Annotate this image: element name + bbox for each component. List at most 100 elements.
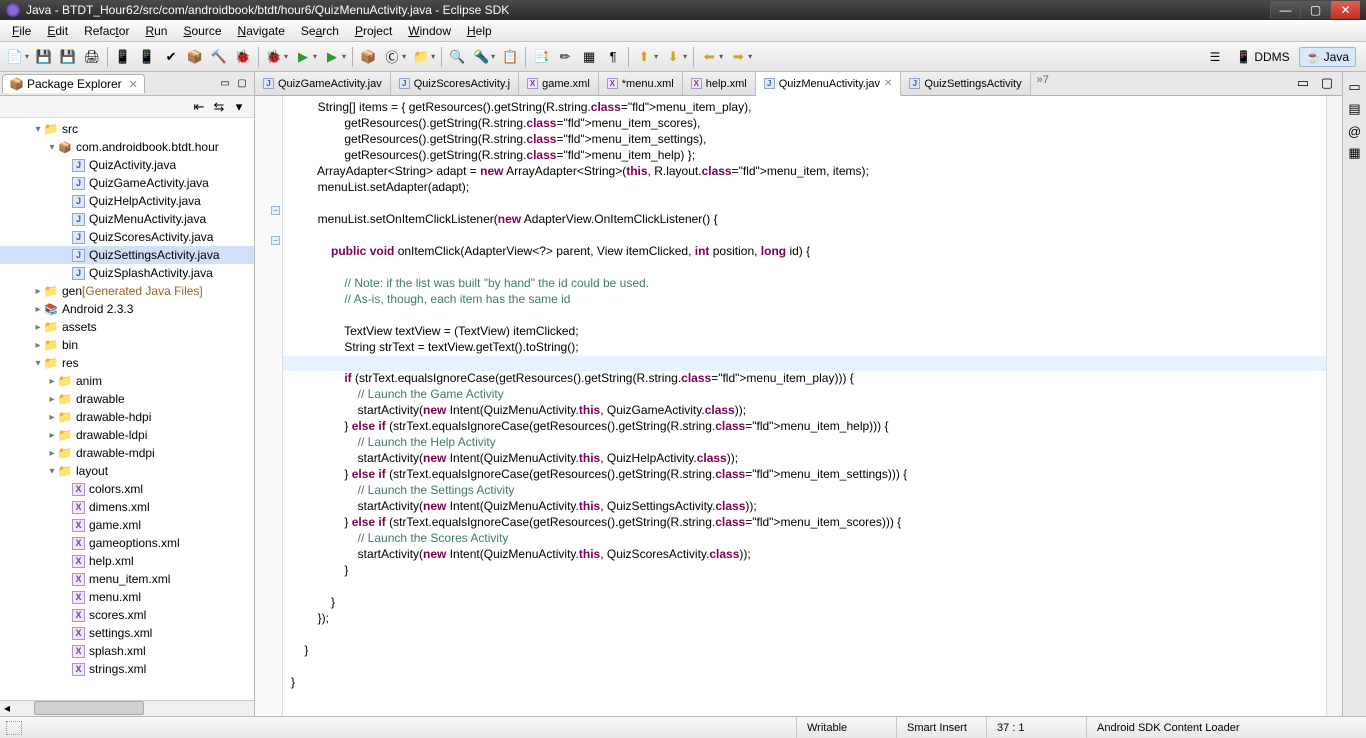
tree-node-com-androidbook-btdt-hour[interactable]: ▾com.androidbook.btdt.hour <box>0 138 254 156</box>
tree-node-assets[interactable]: ▸assets <box>0 318 254 336</box>
debug-button[interactable]: 🐞 <box>263 46 285 68</box>
twisty-icon[interactable]: ▸ <box>32 286 44 297</box>
tree-node-android-2-3-3[interactable]: ▸Android 2.3.3 <box>0 300 254 318</box>
tree-node-res[interactable]: ▾res <box>0 354 254 372</box>
back-button[interactable]: ⬅ <box>698 46 720 68</box>
twisty-icon[interactable]: ▸ <box>46 448 58 459</box>
editor-tab-help-xml[interactable]: help.xml <box>683 72 756 95</box>
twisty-icon[interactable]: ▸ <box>46 412 58 423</box>
menu-edit[interactable]: Edit <box>39 22 76 40</box>
overview-ruler[interactable] <box>1326 96 1342 716</box>
close-icon[interactable]: ✕ <box>884 78 892 89</box>
tree-node-colors-xml[interactable]: colors.xml <box>0 480 254 498</box>
menu-refactor[interactable]: Refactor <box>76 22 137 40</box>
twisty-icon[interactable]: ▾ <box>46 466 58 477</box>
tree-node-quizgameactivity-java[interactable]: QuizGameActivity.java <box>0 174 254 192</box>
tree-node-drawable-ldpi[interactable]: ▸drawable-ldpi <box>0 426 254 444</box>
twisty-icon[interactable]: ▾ <box>32 124 44 135</box>
tree-node-drawable-hdpi[interactable]: ▸drawable-hdpi <box>0 408 254 426</box>
twisty-icon[interactable]: ▸ <box>32 304 44 315</box>
horizontal-scrollbar[interactable]: ◂ <box>0 700 254 716</box>
new-button[interactable]: 📄 <box>4 46 26 68</box>
tree-node-strings-xml[interactable]: strings.xml <box>0 660 254 678</box>
dropdown-icon[interactable]: ▾ <box>402 52 406 61</box>
tree-node-drawable-mdpi[interactable]: ▸drawable-mdpi <box>0 444 254 462</box>
print-button[interactable]: 🖨 <box>81 46 103 68</box>
forward-button[interactable]: ➡ <box>727 46 749 68</box>
new-folder-button[interactable]: 📁 <box>410 46 432 68</box>
twisty-icon[interactable]: ▸ <box>32 340 44 351</box>
tree-node-gen[interactable]: ▸gen [Generated Java Files] <box>0 282 254 300</box>
dropdown-icon[interactable]: ▾ <box>313 52 317 61</box>
restore-button[interactable]: ▭ <box>1346 78 1364 96</box>
task-list-icon[interactable]: @ <box>1346 122 1364 140</box>
editor-tab--menu-xml[interactable]: *menu.xml <box>599 72 683 95</box>
tree-node-quizmenuactivity-java[interactable]: QuizMenuActivity.java <box>0 210 254 228</box>
tree-node-dimens-xml[interactable]: dimens.xml <box>0 498 254 516</box>
save-button[interactable]: 💾 <box>33 46 55 68</box>
run-button[interactable]: ▶ <box>292 46 314 68</box>
toggle-breadcrumb-button[interactable]: 📑 <box>530 46 552 68</box>
adb-button[interactable]: 🐞 <box>232 46 254 68</box>
search-button[interactable]: 🔦 <box>470 46 492 68</box>
tree-node-quizsettingsactivity-java[interactable]: QuizSettingsActivity.java <box>0 246 254 264</box>
lint-button[interactable]: ✔ <box>160 46 182 68</box>
show-whitespace-button[interactable]: ¶ <box>602 46 624 68</box>
android-sdk-button[interactable]: 📱 <box>112 46 134 68</box>
close-button[interactable]: ✕ <box>1330 1 1360 19</box>
menu-navigate[interactable]: Navigate <box>230 22 293 40</box>
open-type-button[interactable]: 🔍 <box>446 46 468 68</box>
dropdown-icon[interactable]: ▾ <box>25 52 29 61</box>
menu-window[interactable]: Window <box>400 22 459 40</box>
minimize-editor-button[interactable]: ▭ <box>1292 72 1314 94</box>
open-perspective-button[interactable]: ☰ <box>1203 47 1228 67</box>
tree-node-menu_item-xml[interactable]: menu_item.xml <box>0 570 254 588</box>
tree-node-layout[interactable]: ▾layout <box>0 462 254 480</box>
package-explorer-tab[interactable]: 📦 Package Explorer ✕ <box>2 74 145 93</box>
dropdown-icon[interactable]: ▾ <box>491 52 495 61</box>
editor-tab-quizscoresactivity-j[interactable]: QuizScoresActivity.j <box>391 72 519 95</box>
tree-node-bin[interactable]: ▸bin <box>0 336 254 354</box>
tree-node-gameoptions-xml[interactable]: gameoptions.xml <box>0 534 254 552</box>
dropdown-icon[interactable]: ▾ <box>719 52 723 61</box>
tree-node-anim[interactable]: ▸anim <box>0 372 254 390</box>
close-icon[interactable]: ✕ <box>129 78 138 91</box>
tree-node-settings-xml[interactable]: settings.xml <box>0 624 254 642</box>
perspective-java[interactable]: ☕ Java <box>1299 47 1356 67</box>
collapse-all-button[interactable]: ⇤ <box>190 98 208 116</box>
tree-node-splash-xml[interactable]: splash.xml <box>0 642 254 660</box>
menu-search[interactable]: Search <box>293 22 347 40</box>
menu-file[interactable]: File <box>4 22 39 40</box>
twisty-icon[interactable]: ▸ <box>32 322 44 333</box>
maximize-button[interactable]: ▢ <box>1300 1 1330 19</box>
dropdown-icon[interactable]: ▾ <box>683 52 687 61</box>
tree-node-help-xml[interactable]: help.xml <box>0 552 254 570</box>
twisty-icon[interactable]: ▾ <box>32 358 44 369</box>
tree-node-quizscoresactivity-java[interactable]: QuizScoresActivity.java <box>0 228 254 246</box>
tree-node-game-xml[interactable]: game.xml <box>0 516 254 534</box>
run-last-button[interactable]: ▶ <box>321 46 343 68</box>
editor-ruler[interactable]: − − <box>255 96 283 716</box>
dropdown-icon[interactable]: ▾ <box>284 52 288 61</box>
tree-node-quizsplashactivity-java[interactable]: QuizSplashActivity.java <box>0 264 254 282</box>
task-button[interactable]: 📋 <box>499 46 521 68</box>
new-android-button[interactable]: 📦 <box>184 46 206 68</box>
maximize-view-button[interactable]: ▢ <box>234 76 250 92</box>
twisty-icon[interactable]: ▸ <box>46 430 58 441</box>
code-editor[interactable]: String[] items = { getResources().getStr… <box>283 96 1326 716</box>
new-package-button[interactable]: 📦 <box>357 46 379 68</box>
fold-toggle[interactable]: − <box>271 236 280 245</box>
tree-node-src[interactable]: ▾src <box>0 120 254 138</box>
editor-tab-game-xml[interactable]: game.xml <box>519 72 599 95</box>
twisty-icon[interactable]: ▸ <box>46 394 58 405</box>
twisty-icon[interactable]: ▾ <box>46 142 58 153</box>
link-editor-button[interactable]: ⇆ <box>210 98 228 116</box>
menu-help[interactable]: Help <box>459 22 500 40</box>
perspective-ddms[interactable]: 📱 DDMS <box>1229 47 1296 67</box>
avd-button[interactable]: 📱 <box>136 46 158 68</box>
minimize-button[interactable]: — <box>1270 1 1300 19</box>
editor-tab-quizgameactivity-jav[interactable]: QuizGameActivity.jav <box>255 72 391 95</box>
dropdown-icon[interactable]: ▾ <box>342 52 346 61</box>
block-select-button[interactable]: ▦ <box>578 46 600 68</box>
menu-run[interactable]: Run <box>137 22 175 40</box>
